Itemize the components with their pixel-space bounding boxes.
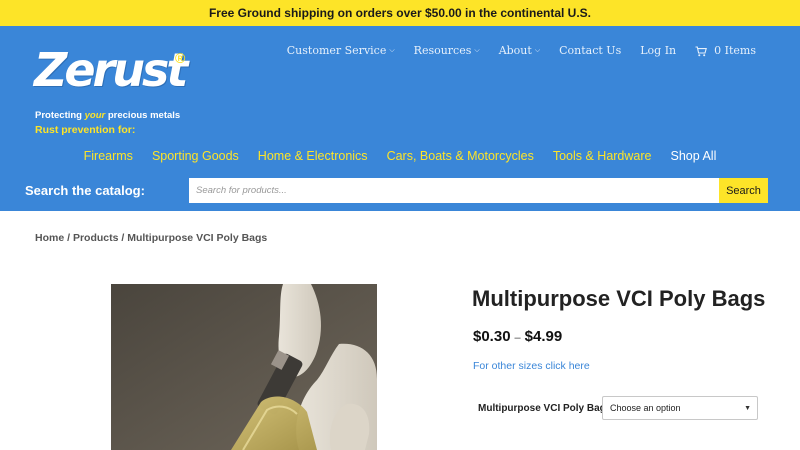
category-cars-boats-motorcycles[interactable]: Cars, Boats & Motorcycles	[387, 149, 534, 163]
chevron-down-icon: ⌵	[389, 46, 395, 54]
breadcrumb-products[interactable]: Products	[73, 232, 119, 244]
shopping-cart-icon	[695, 45, 708, 56]
nav-contact-us[interactable]: Contact Us	[559, 44, 621, 57]
category-home-electronics[interactable]: Home & Electronics	[258, 149, 368, 163]
search-input[interactable]	[189, 178, 719, 203]
logo-tagline: Protecting your precious metals	[35, 110, 180, 121]
nav-resources-label: Resources	[413, 44, 472, 57]
nav-customer-service[interactable]: Customer Service ⌵	[287, 44, 395, 57]
nav-cart[interactable]: 0 Items	[695, 44, 756, 57]
variant-label: Multipurpose VCI Poly Bag	[478, 403, 606, 414]
price-dash: –	[514, 332, 521, 344]
nav-contact-label: Contact Us	[559, 44, 622, 57]
breadcrumb: Home / Products / Multipurpose VCI Poly …	[35, 232, 267, 244]
breadcrumb-current: Multipurpose VCI Poly Bags	[127, 232, 268, 244]
price-high: $4.99	[524, 328, 563, 345]
cart-count: 0 Items	[714, 44, 756, 57]
product-price-range: $0.30– $4.99	[473, 328, 562, 345]
category-sporting-goods[interactable]: Sporting Goods	[152, 149, 239, 163]
price-low: $0.30	[473, 328, 511, 345]
announcement-text: Free Ground shipping on orders over $50.…	[208, 6, 592, 20]
category-navigation: Firearms Sporting Goods Home & Electroni…	[0, 149, 800, 163]
breadcrumb-home[interactable]: Home	[35, 232, 64, 244]
rust-prevention-label: Rust prevention for:	[35, 124, 136, 136]
nav-login-label: Log In	[640, 44, 677, 57]
site-header: Zerust ® Protecting your precious metals…	[0, 26, 800, 211]
registered-mark: ®	[175, 50, 186, 66]
tagline-start: Protecting	[35, 110, 85, 121]
product-image[interactable]	[111, 284, 377, 450]
nav-about-label: About	[498, 44, 532, 57]
tagline-end: precious metals	[105, 110, 181, 121]
variant-select-value: Choose an option	[610, 403, 681, 413]
category-firearms[interactable]: Firearms	[84, 149, 133, 163]
nav-resources[interactable]: Resources ⌵	[414, 44, 480, 57]
announcement-bar: Free Ground shipping on orders over $50.…	[0, 0, 800, 26]
variant-select[interactable]: Choose an option ▼	[602, 396, 758, 420]
category-tools-hardware[interactable]: Tools & Hardware	[553, 149, 652, 163]
chevron-down-icon: ⌵	[534, 46, 541, 54]
search-label: Search the catalog:	[25, 183, 145, 198]
caret-down-icon: ▼	[744, 405, 751, 412]
breadcrumb-separator: /	[64, 232, 73, 244]
search-button[interactable]: Search	[719, 178, 768, 203]
zerust-logo[interactable]: Zerust ® Protecting your precious metals	[34, 43, 194, 121]
chevron-down-icon: ⌵	[474, 46, 480, 54]
nav-customer-service-label: Customer Service	[286, 44, 387, 57]
product-title: Multipurpose VCI Poly Bags	[472, 286, 766, 311]
logo-wordmark: Zerust	[34, 43, 188, 97]
other-sizes-link[interactable]: For other sizes click here	[473, 360, 590, 372]
nav-log-in[interactable]: Log In	[640, 44, 676, 57]
top-navigation: Customer Service ⌵ Resources ⌵ About ⌵ Cont…	[268, 44, 756, 57]
breadcrumb-separator: /	[118, 232, 128, 244]
tagline-emphasis: your	[84, 110, 106, 121]
category-shop-all[interactable]: Shop All	[670, 149, 716, 163]
nav-about[interactable]: About ⌵	[499, 44, 540, 57]
